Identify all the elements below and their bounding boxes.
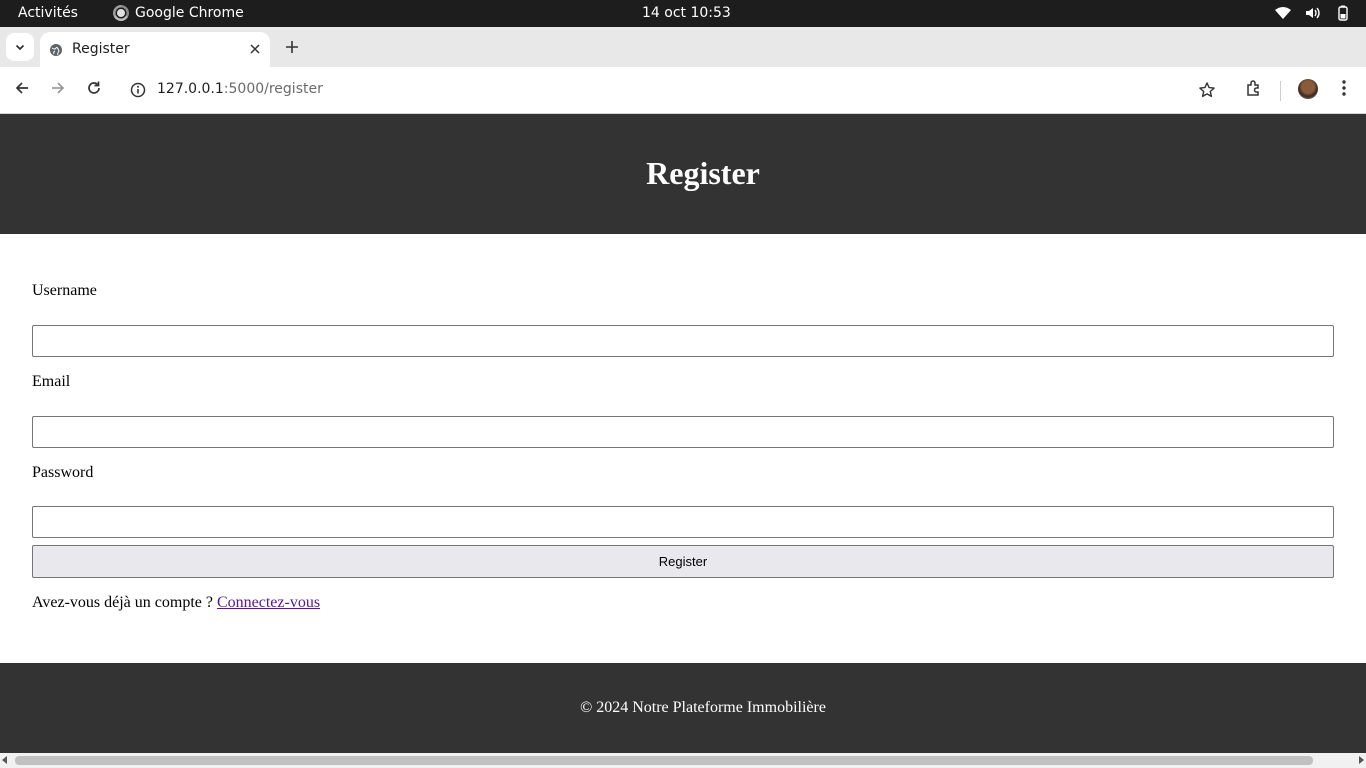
site-header: Register — [0, 114, 1366, 234]
login-link[interactable]: Connectez-vous — [217, 594, 320, 611]
tab-strip: Register — [0, 27, 1366, 67]
username-label: Username — [32, 282, 97, 299]
url-path: :5000/register — [223, 81, 323, 97]
chevron-down-icon — [14, 38, 26, 57]
login-prompt-line: Avez-vous déjà un compte ? Connectez-vou… — [32, 594, 320, 612]
forward-button[interactable] — [46, 78, 70, 102]
chrome-logo-icon — [113, 5, 129, 21]
email-field[interactable] — [32, 416, 1334, 448]
toolbar-divider — [1280, 81, 1281, 101]
back-icon — [14, 80, 30, 100]
plus-icon — [285, 39, 299, 58]
system-top-bar: Activités Google Chrome 14 oct 10:53 — [0, 0, 1366, 27]
reload-icon — [86, 80, 102, 100]
horizontal-scrollbar[interactable] — [0, 753, 1366, 768]
url-text: 127.0.0.1:5000/register — [157, 81, 323, 97]
extensions-icon — [1245, 79, 1263, 101]
profile-avatar[interactable] — [1298, 79, 1318, 99]
app-menu[interactable]: Google Chrome — [113, 5, 244, 21]
system-tray[interactable] — [1274, 5, 1352, 21]
reload-button[interactable] — [82, 78, 106, 102]
username-field[interactable] — [32, 325, 1334, 357]
close-icon[interactable] — [246, 40, 264, 58]
password-label: Password — [32, 464, 94, 481]
login-prompt-text: Avez-vous déjà un compte ? — [32, 594, 213, 611]
extensions-button[interactable] — [1242, 78, 1266, 102]
activities-button[interactable]: Activités — [18, 5, 78, 21]
star-icon[interactable] — [1198, 81, 1216, 99]
globe-icon — [49, 42, 63, 56]
info-icon[interactable] — [129, 81, 147, 99]
forward-icon — [50, 80, 66, 100]
tab-search-button[interactable] — [6, 33, 34, 61]
password-field[interactable] — [32, 506, 1334, 538]
wifi-icon — [1274, 5, 1292, 21]
scrollbar-thumb[interactable] — [15, 756, 1313, 765]
menu-icon — [1341, 79, 1347, 101]
tab-register[interactable]: Register — [40, 32, 270, 67]
url-host: 127.0.0.1 — [157, 81, 224, 97]
scroll-left-icon[interactable] — [2, 756, 7, 764]
page-title: Register — [646, 154, 760, 191]
scroll-right-icon[interactable] — [1359, 756, 1364, 764]
volume-icon — [1304, 5, 1322, 21]
clock[interactable]: 14 oct 10:53 — [642, 5, 731, 21]
address-bar[interactable]: 127.0.0.1:5000/register — [120, 73, 1230, 107]
app-name: Google Chrome — [135, 5, 244, 21]
site-footer: © 2024 Notre Plateforme Immobilière — [0, 663, 1366, 753]
browser-toolbar: 127.0.0.1:5000/register — [0, 67, 1366, 114]
back-button[interactable] — [10, 78, 34, 102]
tab-title: Register — [72, 41, 130, 57]
email-label: Email — [32, 373, 71, 390]
battery-icon — [1334, 5, 1352, 21]
menu-button[interactable] — [1332, 78, 1356, 102]
new-tab-button[interactable] — [280, 36, 304, 60]
register-button[interactable]: Register — [32, 545, 1334, 578]
footer-copyright: © 2024 Notre Plateforme Immobilière — [580, 699, 826, 716]
